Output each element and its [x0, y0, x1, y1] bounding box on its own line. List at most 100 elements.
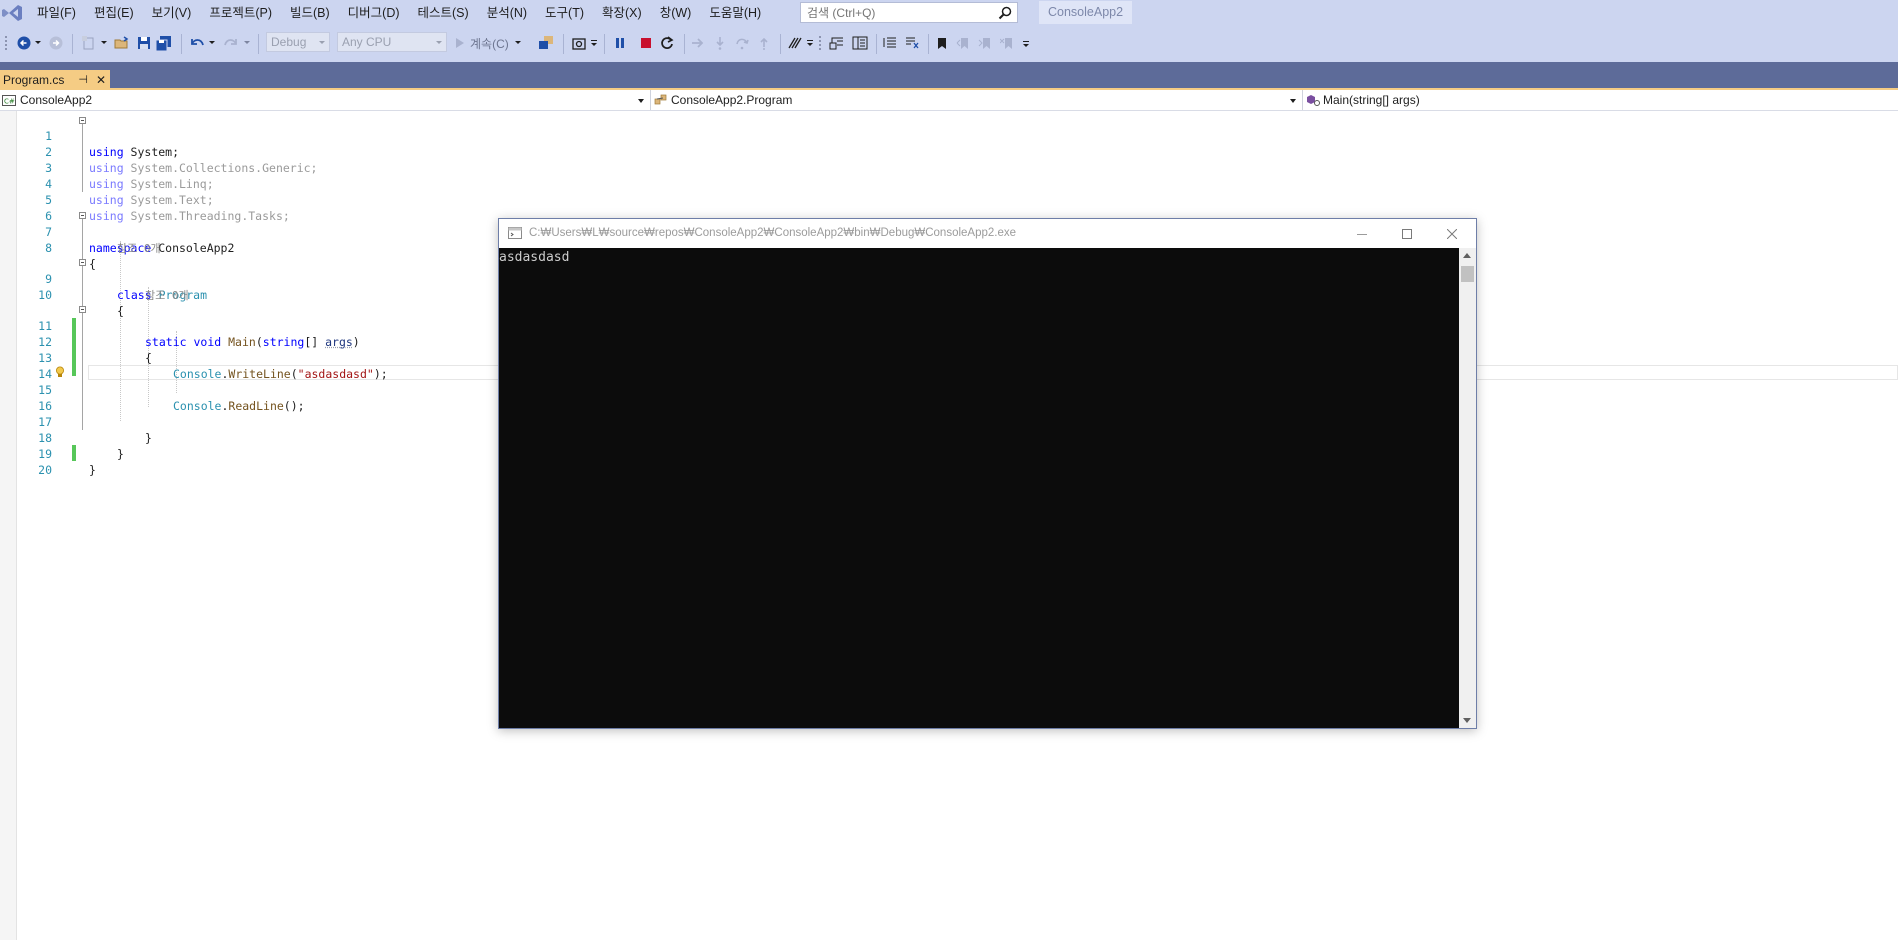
code-line[interactable]: 5 using System.Threading.Tasks;: [0, 176, 290, 223]
open-file-icon[interactable]: [113, 34, 131, 52]
previous-bookmark-icon[interactable]: [955, 34, 971, 52]
menu-view[interactable]: 보기(V): [143, 0, 201, 26]
overflow-dropdown-arrow-icon[interactable]: [590, 34, 598, 52]
continue-button[interactable]: 계속(C): [455, 34, 527, 52]
code-line[interactable]: 14: [0, 350, 52, 381]
redo-icon[interactable]: [222, 34, 240, 52]
clear-bookmarks-icon[interactable]: [999, 34, 1015, 52]
search-box[interactable]: [800, 2, 1018, 23]
toolbar-overflow-icon[interactable]: [1022, 34, 1030, 52]
show-next-statement-icon[interactable]: [689, 34, 707, 52]
menu-edit[interactable]: 편집(E): [85, 0, 143, 26]
code-line[interactable]: 18 }: [0, 414, 124, 461]
menu-test[interactable]: 테스트(S): [409, 0, 478, 26]
collapse-method-icon[interactable]: [79, 306, 86, 313]
menu-tools[interactable]: 도구(T): [536, 0, 593, 26]
codelens-references[interactable]: 참조 0개: [145, 287, 189, 303]
scrollbar-thumb[interactable]: [1461, 266, 1474, 282]
code-line[interactable]: 11 static void Main(string[] args): [0, 302, 360, 349]
new-dropdown-arrow-icon[interactable]: [100, 34, 108, 52]
break-all-icon[interactable]: [611, 34, 629, 52]
uncomment-lines-icon[interactable]: [903, 34, 921, 52]
stop-debugging-icon[interactable]: [637, 34, 655, 52]
lightbulb-icon[interactable]: [55, 366, 65, 379]
code-line[interactable]: 10 {: [0, 271, 124, 318]
search-icon[interactable]: [998, 6, 1012, 20]
solution-configuration-value: Debug: [271, 35, 307, 49]
code-line[interactable]: 12 {: [0, 318, 152, 365]
close-window-button[interactable]: [1429, 219, 1475, 248]
hot-reload-dropdown-arrow-icon[interactable]: [806, 34, 814, 52]
console-title-bar[interactable]: C:₩Users₩L₩source₩repos₩ConsoleApp2₩Cons…: [499, 219, 1476, 248]
code-line[interactable]: 19 }: [0, 430, 96, 477]
code-line[interactable]: 9 class Program: [0, 255, 207, 302]
comment-lines-icon[interactable]: [881, 34, 899, 52]
menu-window[interactable]: 창(W): [651, 0, 701, 26]
minimize-button[interactable]: [1339, 219, 1385, 248]
toolbar-grip[interactable]: [818, 34, 822, 52]
console-app-icon: [508, 227, 522, 239]
menu-help[interactable]: 도움말(H): [700, 0, 770, 26]
collapse-using-icon[interactable]: [79, 117, 86, 124]
code-line[interactable]: 3 using System.Linq;: [0, 144, 214, 191]
hot-reload-icon[interactable]: [786, 34, 804, 52]
scroll-down-arrow-icon[interactable]: [1463, 718, 1471, 723]
save-icon[interactable]: [135, 34, 153, 52]
search-input[interactable]: [801, 3, 993, 22]
code-editor-split-icon[interactable]: [851, 34, 869, 52]
code-line[interactable]: 7 namespace ConsoleApp2: [0, 208, 234, 255]
project-dropdown[interactable]: C# ConsoleApp2: [2, 90, 648, 110]
console-window[interactable]: C:₩Users₩L₩source₩repos₩ConsoleApp2₩Cons…: [498, 218, 1477, 729]
new-project-icon[interactable]: [80, 34, 96, 52]
next-bookmark-icon[interactable]: [977, 34, 993, 52]
toggle-bookmark-icon[interactable]: [934, 34, 950, 52]
menu-debug[interactable]: 디버그(D): [339, 0, 409, 26]
code-line[interactable]: 4 using System.Text;: [0, 160, 214, 207]
collapse-class-icon[interactable]: [79, 259, 86, 266]
toolbar-grip[interactable]: [4, 34, 8, 52]
member-dropdown[interactable]: Main(string[] args): [1306, 90, 1896, 110]
maximize-button[interactable]: [1384, 219, 1430, 248]
console-output-area[interactable]: asdasdasd: [499, 248, 1459, 728]
code-line[interactable]: 17 }: [0, 398, 152, 445]
close-tab-icon[interactable]: ✕: [96, 73, 106, 87]
scroll-up-arrow-icon[interactable]: [1463, 253, 1471, 258]
code-line[interactable]: 2 using System.Collections.Generic;: [0, 128, 317, 175]
codelens-references[interactable]: 참조 0개: [117, 240, 161, 256]
code-line[interactable]: 15 Console.ReadLine();: [0, 366, 304, 413]
menu-project[interactable]: 프로젝트(P): [200, 0, 281, 26]
menu-analyze[interactable]: 분석(N): [478, 0, 536, 26]
console-scrollbar[interactable]: [1459, 248, 1476, 728]
continue-dropdown-arrow-icon[interactable]: [514, 41, 521, 45]
attach-to-process-icon[interactable]: [536, 34, 556, 52]
type-dropdown[interactable]: ConsoleApp2.Program: [654, 90, 1300, 110]
step-into-icon[interactable]: [711, 34, 729, 52]
step-over-icon[interactable]: [733, 34, 751, 52]
save-all-icon[interactable]: [155, 34, 173, 52]
collapse-namespace-icon[interactable]: [79, 212, 86, 219]
solution-platform-select[interactable]: Any CPU: [337, 32, 447, 52]
visual-studio-logo-icon[interactable]: [0, 2, 24, 24]
restart-icon[interactable]: [658, 34, 676, 52]
solution-configuration-select[interactable]: Debug: [266, 32, 330, 52]
pin-tab-icon[interactable]: ⊣: [78, 73, 88, 86]
code-line[interactable]: 16: [0, 382, 52, 413]
code-line[interactable]: 8 {: [0, 224, 96, 271]
menu-extensions[interactable]: 확장(X): [593, 0, 651, 26]
code-line[interactable]: 20: [0, 446, 52, 477]
navigate-back-icon[interactable]: [15, 34, 33, 52]
step-out-icon[interactable]: [755, 34, 773, 52]
code-line[interactable]: 13 Console.WriteLine("asdasdasd");: [0, 334, 388, 381]
tab-program-cs[interactable]: Program.cs ⊣ ✕: [0, 70, 111, 89]
menu-build[interactable]: 빌드(B): [281, 0, 339, 26]
undo-icon[interactable]: [188, 34, 206, 52]
code-line[interactable]: 6: [0, 192, 52, 223]
back-dropdown-arrow-icon[interactable]: [34, 34, 42, 52]
code-line[interactable]: 1 using System;: [0, 112, 179, 159]
solution-explorer-icon[interactable]: [828, 34, 846, 52]
undo-dropdown-arrow-icon[interactable]: [208, 34, 216, 52]
menu-file[interactable]: 파일(F): [28, 0, 85, 26]
redo-dropdown-arrow-icon[interactable]: [243, 34, 251, 52]
navigate-forward-icon[interactable]: [48, 34, 64, 52]
screenshot-icon[interactable]: [570, 34, 588, 52]
